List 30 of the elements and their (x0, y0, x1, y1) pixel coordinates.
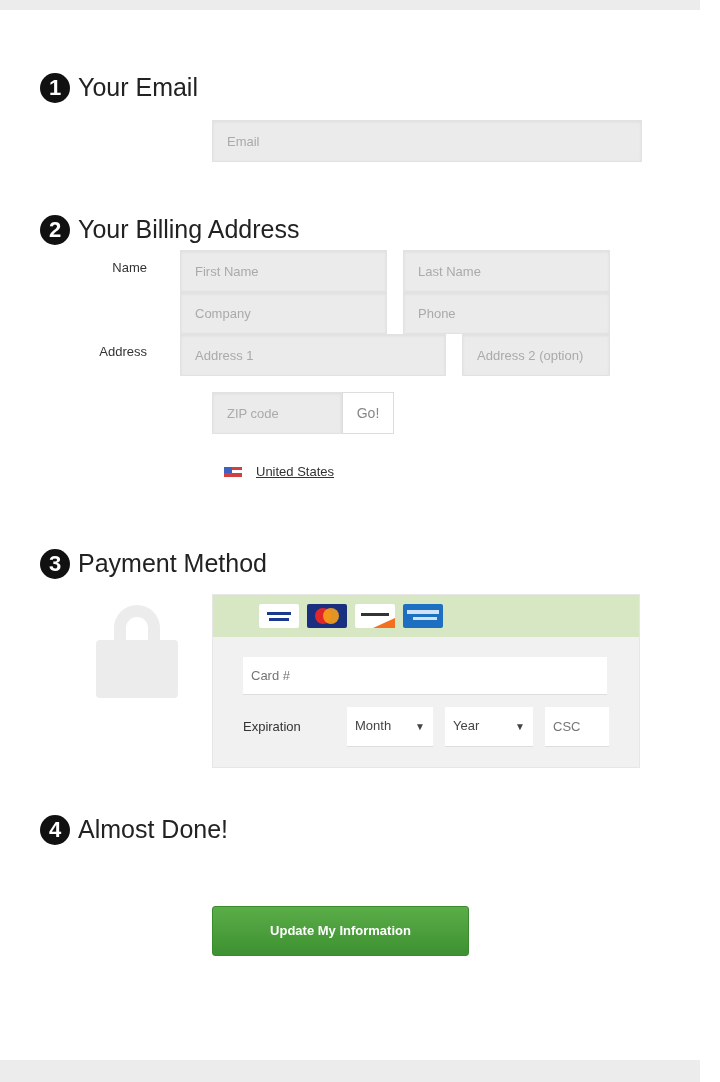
address-field[interactable]: Address 1 (180, 334, 446, 376)
country-link[interactable]: United States (256, 462, 335, 482)
section-title: Payment Method (78, 547, 267, 579)
card-logo-icon (403, 603, 443, 628)
csc-field[interactable]: CSC (545, 706, 609, 747)
step-number: 3 (40, 548, 70, 579)
card-logo-icon (307, 603, 347, 628)
expiration-label: Expiration (243, 717, 302, 736)
month-dropdown[interactable]: Month ▼ (347, 706, 433, 747)
phone-field[interactable]: Phone (403, 292, 610, 334)
step-number: 1 (40, 73, 70, 103)
card-number-field[interactable]: Card # (243, 656, 607, 695)
email-field[interactable]: Email (212, 120, 642, 162)
section-title: Your Billing Address (78, 214, 300, 246)
card-logo-icon (259, 603, 299, 628)
go-button[interactable]: Go! (342, 392, 394, 434)
first-name-field[interactable]: First Name (180, 250, 387, 292)
step-number: 4 (40, 814, 70, 845)
address-field[interactable]: Address 2 (option) (462, 334, 610, 376)
company-field[interactable]: Company (180, 292, 387, 334)
last-name-field[interactable]: Last Name (403, 250, 610, 292)
step-number: 2 (40, 215, 70, 245)
section-title: Your Email (78, 72, 198, 104)
field-label: Name (112, 260, 147, 275)
field-label: Address (99, 344, 147, 359)
card-logo-icon (355, 603, 395, 628)
flag-icon (224, 466, 242, 477)
section-title: Almost Done! (78, 813, 229, 845)
zip-field[interactable]: ZIP code (212, 392, 342, 434)
year-dropdown[interactable]: Year ▼ (445, 706, 533, 747)
